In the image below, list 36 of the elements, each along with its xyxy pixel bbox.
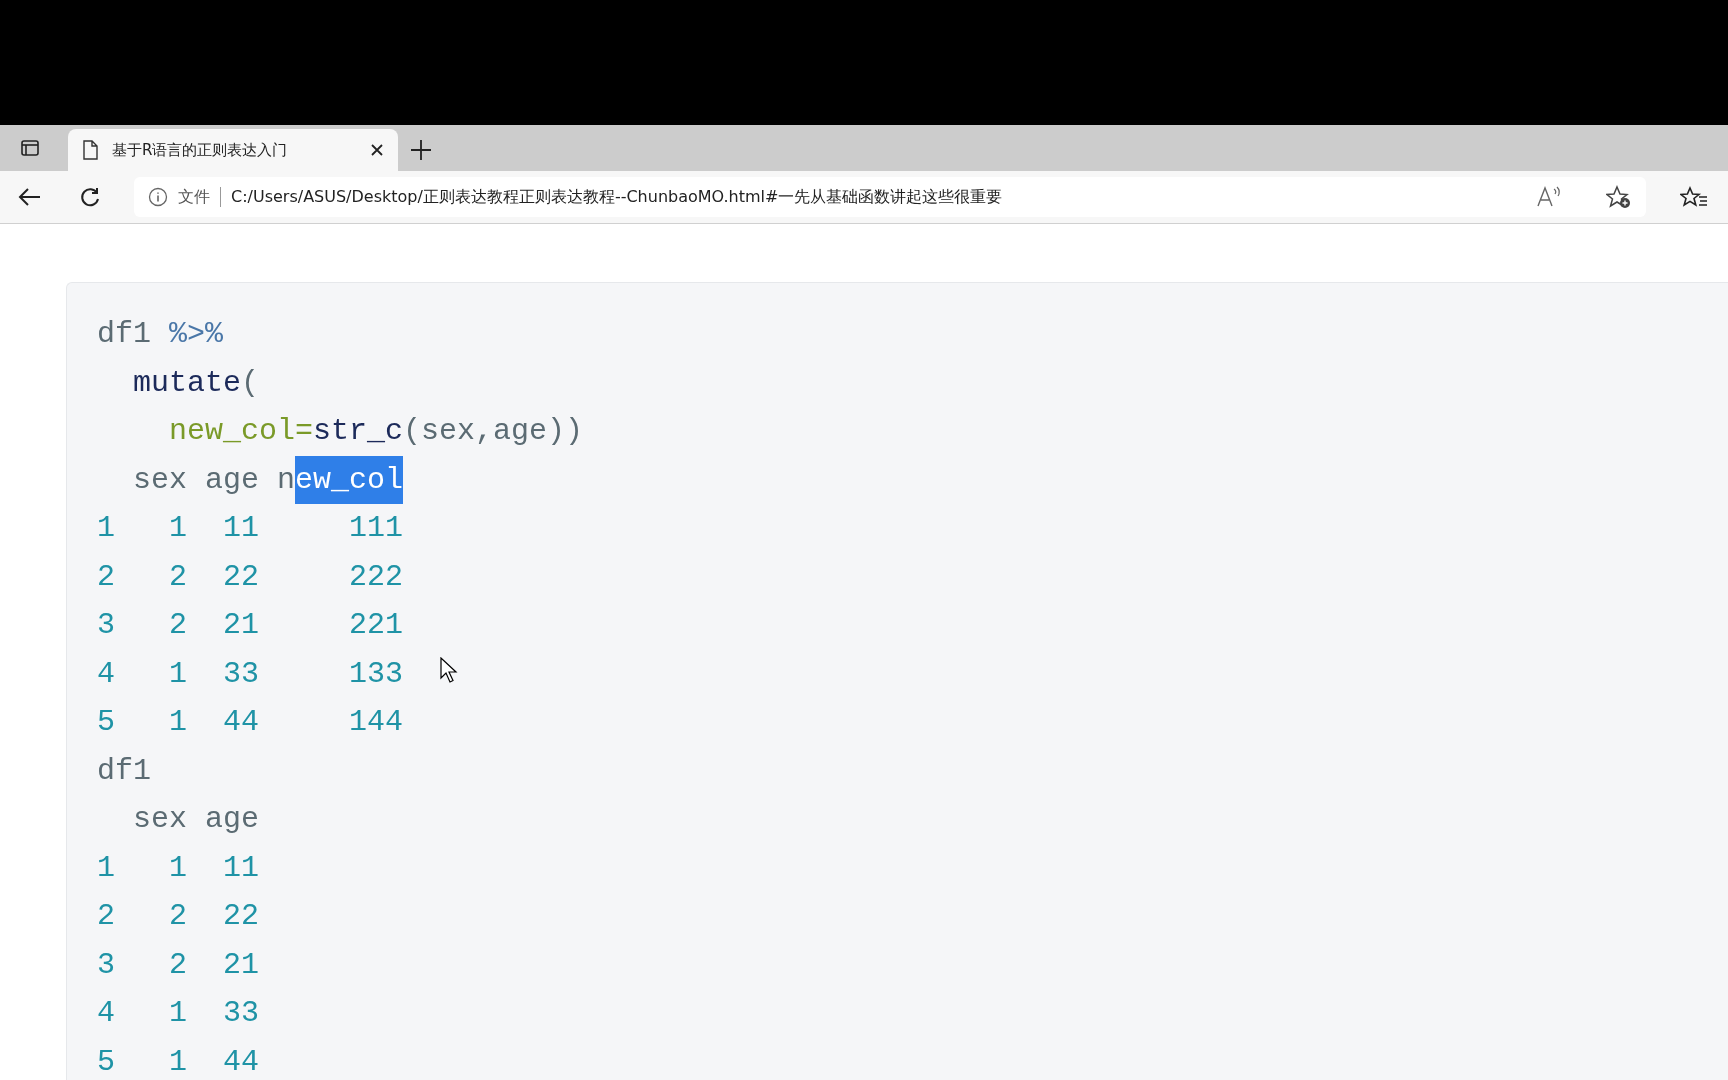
code-text: 1 1 11 111 (97, 510, 404, 547)
code-text: new_col= (168, 413, 314, 450)
back-arrow-icon (18, 187, 42, 207)
scheme-label: 文件 (178, 186, 210, 208)
browser-tab[interactable]: 基于R语言的正则表达入门 (68, 129, 398, 171)
mouse-cursor-icon (440, 657, 458, 683)
code-text: str_c (313, 413, 404, 450)
code-text: sex age n (132, 461, 296, 499)
code-text: 3 2 21 (97, 946, 260, 984)
favorites-icon (1680, 186, 1708, 208)
read-aloud-icon[interactable] (1536, 186, 1562, 208)
code-text: 3 2 21 221 (97, 607, 404, 644)
code-text: 4 1 33 (97, 995, 260, 1032)
selected-code-text: ew_col (295, 455, 404, 504)
code-text: 5 1 44 (97, 1043, 260, 1080)
code-text: 1 1 11 (97, 849, 260, 887)
url-text: C:/Users/ASUS/Desktop/正则表达教程正则表达教程--ChunbaoMO.html#一先从基础函数讲起这些很重要 (231, 186, 1004, 208)
refresh-icon (79, 186, 101, 208)
plus-icon (410, 139, 432, 161)
code-text: 5 1 44 144 (97, 704, 404, 741)
code-text: 2 2 22 222 (97, 558, 404, 596)
code-text: mutate (132, 364, 242, 402)
add-favorite-icon[interactable] (1606, 185, 1632, 209)
info-icon (148, 187, 168, 207)
page-icon (82, 140, 98, 160)
code-text: ( (241, 364, 260, 402)
code-text: df1 (97, 316, 152, 353)
code-text: %>% (169, 316, 224, 353)
code-text: 2 2 22 (97, 898, 260, 935)
code-text: df1 (97, 752, 151, 790)
code-text: sex age (132, 801, 260, 838)
close-icon[interactable] (370, 143, 384, 157)
address-field[interactable]: 文件 C:/Users/ASUS/Desktop/正则表达教程正则表达教程--ChunbaoMO.html#一先从基础函数讲起这些很重要 (134, 177, 1646, 217)
code-text: 4 1 33 133 (97, 655, 404, 693)
code-text: (sex,age)) (403, 413, 584, 450)
tab-actions-icon (20, 138, 40, 158)
